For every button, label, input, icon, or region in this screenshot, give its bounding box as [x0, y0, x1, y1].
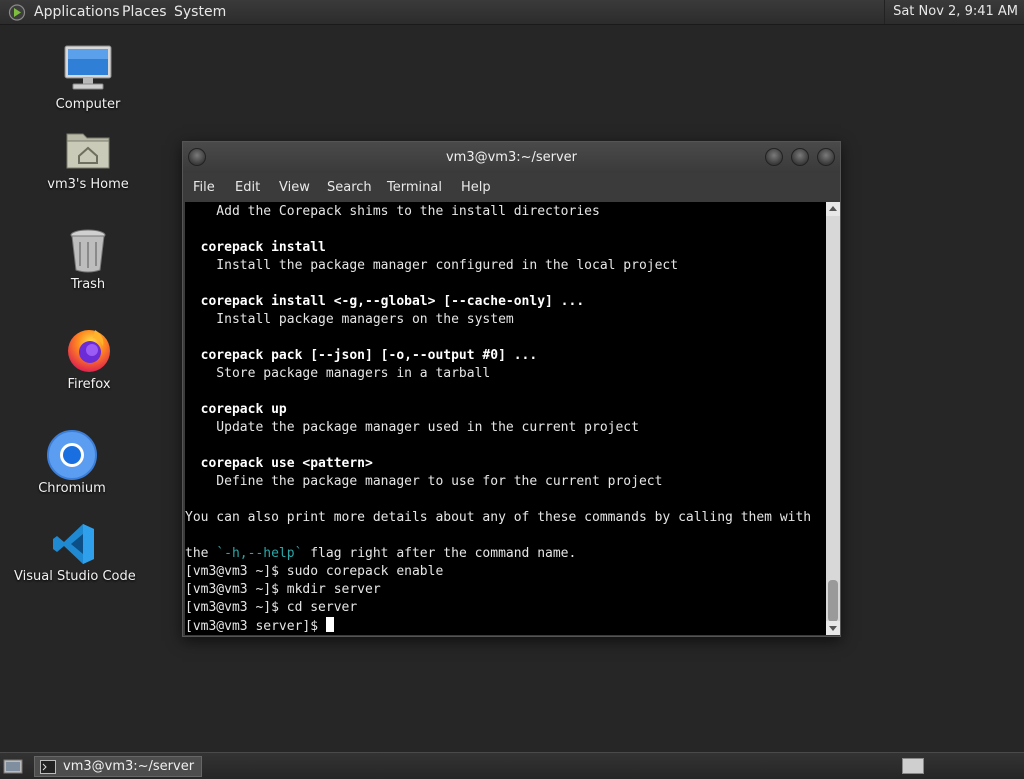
desktop-icon-chromium[interactable]: Chromium	[12, 430, 132, 498]
text-cursor	[326, 617, 335, 632]
shell-prompt: [vm3@vm3 server]$	[185, 619, 319, 634]
trash-icon	[70, 229, 106, 273]
close-icon[interactable]	[817, 148, 835, 166]
show-desktop-icon[interactable]	[3, 757, 23, 774]
terminal-text: Install the package manager configured i…	[185, 258, 679, 273]
desktop-icon-trash[interactable]: Trash	[28, 228, 148, 296]
vscode-icon	[53, 524, 94, 564]
window-titlebar[interactable]: vm3@vm3:~/server	[183, 142, 840, 173]
chromium-icon	[47, 430, 97, 480]
terminal-text: Update the package manager used in the c…	[185, 420, 639, 435]
terminal-text: Add the Corepack shims to the install di…	[185, 204, 600, 219]
window-title: vm3@vm3:~/server	[445, 150, 578, 165]
terminal-scrollbar[interactable]	[826, 202, 840, 635]
terminal-text: corepack install	[185, 240, 326, 255]
terminal-line: Store package managers in a tarball	[185, 365, 490, 383]
scroll-up-button[interactable]	[826, 202, 840, 216]
menu-places[interactable]: Places	[122, 0, 167, 24]
menu-terminal[interactable]: Terminal	[387, 173, 442, 202]
terminal-text: the	[185, 546, 217, 561]
firefox-icon	[68, 330, 110, 372]
terminal-text: You can also print more details about an…	[185, 510, 812, 525]
desktop-icon-computer[interactable]: Computer	[28, 44, 148, 116]
menu-applications[interactable]: Applications	[34, 0, 120, 24]
terminal-text: [vm3@vm3 ~]$ cd server	[185, 600, 358, 615]
scrollbar-thumb[interactable]	[828, 580, 838, 622]
terminal-text: corepack up	[185, 402, 287, 417]
clock[interactable]: Sat Nov 2, 9:41 AM	[884, 0, 1024, 24]
terminal-text: [vm3@vm3 ~]$ sudo corepack enable	[185, 564, 444, 579]
arrow-down-icon	[829, 626, 837, 631]
terminal-icon	[40, 760, 56, 774]
menu-system[interactable]: System	[174, 0, 226, 24]
desktop-icon-label: vm3's Home	[47, 177, 129, 192]
desktop-icon-label: Chromium	[38, 481, 106, 496]
terminal-line: [vm3@vm3 ~]$ mkdir server	[185, 581, 381, 599]
desktop-icon-label: Firefox	[67, 377, 111, 392]
terminal-line: Install the package manager configured i…	[185, 257, 678, 275]
menu-search[interactable]: Search	[327, 173, 372, 202]
terminal-text: corepack use <pattern>	[185, 456, 373, 471]
terminal-line: Add the Corepack shims to the install di…	[185, 203, 600, 221]
maximize-icon[interactable]	[791, 148, 809, 166]
desktop-icon-home[interactable]: vm3's Home	[28, 128, 148, 200]
top-panel: Applications Places System Sat Nov 2, 9:…	[0, 0, 1024, 25]
arrow-up-icon	[829, 206, 837, 211]
terminal-line: corepack up	[185, 401, 287, 419]
home-folder-icon	[66, 133, 110, 169]
desktop-icon-label: Visual Studio Code	[14, 569, 136, 584]
terminal-text: corepack pack [--json] [-o,--output #0] …	[185, 348, 538, 363]
help-flag-text: `-h,--help`	[216, 546, 303, 561]
terminal-line: Install package managers on the system	[185, 311, 514, 329]
terminal-menubar: File Edit View Search Terminal Help	[183, 173, 840, 202]
terminal-line: the `-h,--help` flag right after the com…	[185, 545, 576, 563]
menu-help[interactable]: Help	[461, 173, 491, 202]
computer-icon	[64, 45, 112, 90]
applications-logo-icon[interactable]	[8, 4, 26, 21]
terminal-line: [vm3@vm3 ~]$ sudo corepack enable	[185, 563, 443, 581]
scroll-down-button[interactable]	[826, 621, 840, 635]
terminal-line: corepack use <pattern>	[185, 455, 373, 473]
terminal-text: flag right after the command name.	[302, 546, 577, 561]
terminal-window[interactable]: vm3@vm3:~/server File Edit View Search T…	[182, 141, 841, 637]
taskbar-item-terminal[interactable]: vm3@vm3:~/server	[34, 756, 202, 777]
terminal-text: [vm3@vm3 ~]$ mkdir server	[185, 582, 381, 597]
terminal-line: corepack install <-g,--global> [--cache-…	[185, 293, 585, 311]
terminal-line: corepack install	[185, 239, 326, 257]
terminal-line: [vm3@vm3 server]$	[185, 617, 335, 635]
desktop-icon-label: Trash	[70, 277, 106, 292]
menu-edit[interactable]: Edit	[235, 173, 260, 202]
minimize-icon[interactable]	[765, 148, 783, 166]
terminal-output[interactable]: Add the Corepack shims to the install di…	[185, 202, 826, 635]
bottom-panel: vm3@vm3:~/server	[0, 752, 1024, 779]
desktop-icon-firefox[interactable]: Firefox	[29, 326, 149, 396]
terminal-line: Define the package manager to use for th…	[185, 473, 662, 491]
terminal-text: corepack install <-g,--global> [--cache-…	[185, 294, 585, 309]
menu-file[interactable]: File	[193, 173, 215, 202]
workspace-switcher-icon[interactable]	[902, 758, 924, 774]
terminal-line: [vm3@vm3 ~]$ cd server	[185, 599, 357, 617]
menu-view[interactable]: View	[279, 173, 310, 202]
desktop-icon-vscode[interactable]: Visual Studio Code	[14, 520, 136, 588]
terminal-text: Define the package manager to use for th…	[185, 474, 663, 489]
terminal-line: Update the package manager used in the c…	[185, 419, 639, 437]
terminal-line: corepack pack [--json] [-o,--output #0] …	[185, 347, 538, 365]
terminal-text: Install package managers on the system	[185, 312, 514, 327]
terminal-line: You can also print more details about an…	[185, 509, 811, 527]
desktop-icon-label: Computer	[55, 97, 121, 112]
taskbar-item-label: vm3@vm3:~/server	[63, 759, 195, 774]
terminal-text: Store package managers in a tarball	[185, 366, 491, 381]
